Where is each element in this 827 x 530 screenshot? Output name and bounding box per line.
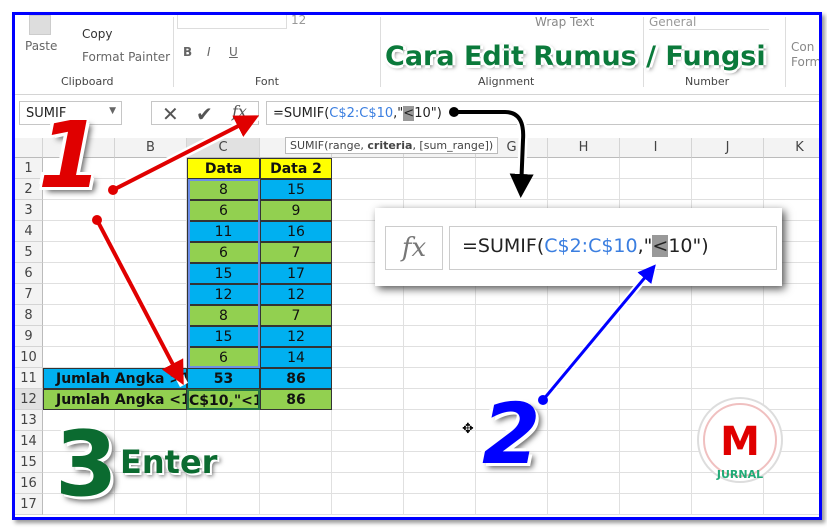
step-1-label: 1 (38, 102, 103, 209)
step-2-label: 2 (482, 385, 541, 483)
enter-label: Enter (120, 443, 218, 481)
arrow-to-zoom-callout (449, 107, 534, 198)
arrow-to-formula-bar (108, 111, 261, 195)
logo-text: JURNAL (716, 468, 763, 481)
jurnal-logo: M JURNAL (697, 397, 783, 483)
svg-text:✥: ✥ (462, 421, 474, 437)
mouse-cursor-icon: ✥ (462, 421, 474, 437)
step-3-label: 3 (55, 412, 118, 517)
arrow-to-cell-c12 (92, 215, 188, 388)
arrow-to-cursor (538, 259, 661, 405)
logo-letter: M (720, 419, 760, 465)
